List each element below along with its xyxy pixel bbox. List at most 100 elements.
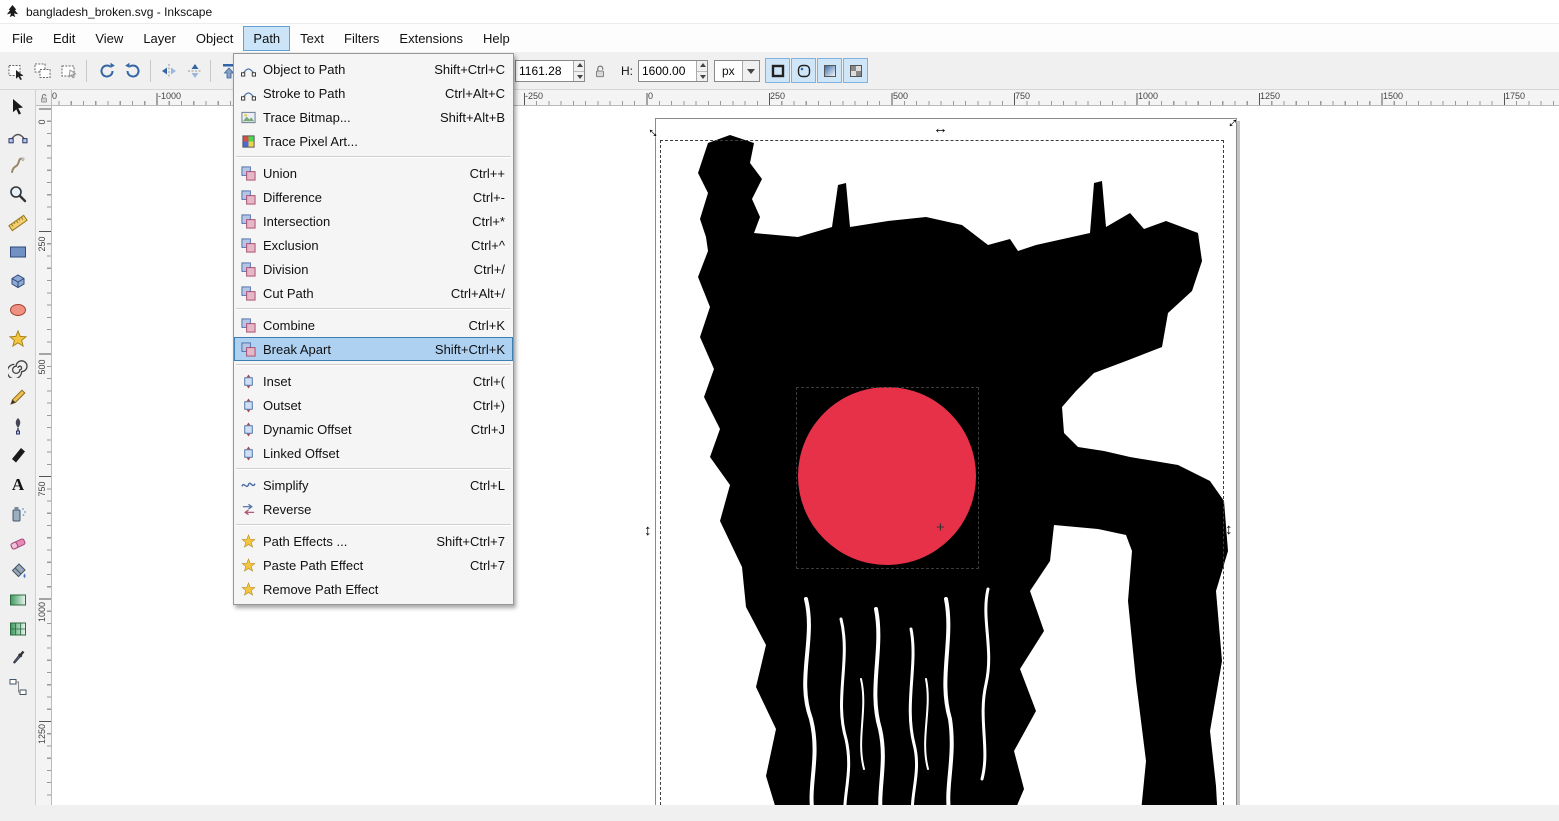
menu-item-remove-path-effect[interactable]: Remove Path Effect (234, 577, 513, 601)
rotate-handle-top-right-icon[interactable]: ↔ (1220, 110, 1243, 133)
tool-rectangle[interactable] (3, 238, 33, 266)
menu-item-intersection[interactable]: Intersection Ctrl+* (234, 209, 513, 233)
bezier-pen-icon (15, 418, 20, 435)
deselect-button[interactable] (56, 58, 82, 84)
menu-item-trace-pixel-art[interactable]: Trace Pixel Art... (234, 129, 513, 153)
menu-item-paste-path-effect[interactable]: Paste Path Effect Ctrl+7 (234, 553, 513, 577)
rotate-handle-top-left-icon[interactable]: ↔ (643, 120, 666, 143)
menu-item-break-apart[interactable]: Break Apart Shift+Ctrl+K (234, 337, 513, 361)
menu-item-exclusion[interactable]: Exclusion Ctrl+^ (234, 233, 513, 257)
tool-gradient[interactable] (3, 586, 33, 614)
ruler-corner[interactable] (36, 90, 52, 106)
skew-handle-right-icon[interactable]: ↕ (1225, 521, 1233, 538)
transform-gradients-toggle[interactable] (817, 58, 842, 83)
menu-item-path-effects[interactable]: Path Effects ... Shift+Ctrl+7 (234, 529, 513, 553)
menu-item-shortcut: Ctrl+7 (469, 557, 505, 573)
height-field (638, 60, 708, 82)
menu-item-stroke-to-path[interactable]: Stroke to Path Ctrl+Alt+C (234, 81, 513, 105)
menu-item-union[interactable]: Union Ctrl++ (234, 161, 513, 185)
tool-box-3d[interactable] (3, 267, 33, 295)
menu-item-combine[interactable]: Combine Ctrl+K (234, 313, 513, 337)
menu-item-label: Difference (263, 189, 323, 205)
menu-file[interactable]: File (2, 26, 43, 51)
menu-view[interactable]: View (85, 26, 133, 51)
select-all-button[interactable] (4, 58, 30, 84)
menu-item-shortcut: Ctrl+J (470, 421, 505, 437)
menu-item-shortcut: Ctrl+^ (471, 237, 505, 253)
menu-item-inset[interactable]: Inset Ctrl+( (234, 369, 513, 393)
rotate-90-cw-button[interactable] (120, 58, 146, 84)
transform-patterns-toggle[interactable] (843, 58, 868, 83)
menu-edit[interactable]: Edit (43, 26, 85, 51)
document-page[interactable] (655, 118, 1237, 805)
menu-item-difference[interactable]: Difference Ctrl+- (234, 185, 513, 209)
menu-item-reverse[interactable]: Reverse (234, 497, 513, 521)
menu-item-simplify[interactable]: Simplify Ctrl+L (234, 473, 513, 497)
tool-selector[interactable] (3, 93, 33, 121)
menu-filters[interactable]: Filters (334, 26, 389, 51)
menu-item-dynamic-offset[interactable]: Dynamic Offset Ctrl+J (234, 417, 513, 441)
skew-handle-top-icon[interactable]: ↔ (933, 120, 948, 137)
tool-palette: A (0, 90, 36, 805)
rotate-cw-icon (125, 62, 140, 78)
flip-horizontal-button[interactable] (156, 58, 182, 84)
ellipse-icon (9, 304, 26, 316)
menu-text[interactable]: Text (290, 26, 334, 51)
flip-vertical-button[interactable] (182, 58, 208, 84)
height-input[interactable] (639, 61, 697, 81)
ruler-label: 750 (37, 481, 47, 497)
menu-item-cut-path[interactable]: Cut Path Ctrl+Alt+/ (234, 281, 513, 305)
skew-handle-left-icon[interactable]: ↕ (644, 522, 652, 539)
tool-ellipse[interactable] (3, 296, 33, 324)
menu-object[interactable]: Object (186, 26, 244, 51)
menu-item-shortcut: Ctrl++ (469, 165, 505, 181)
menu-item-shortcut: Shift+Ctrl+K (434, 341, 505, 357)
circle-selection-bbox (796, 387, 979, 569)
scale-rounded-corners-toggle[interactable] (791, 58, 816, 83)
tool-spiral[interactable] (3, 354, 33, 382)
tool-connector[interactable] (3, 673, 33, 701)
tool-text[interactable]: A (3, 470, 33, 498)
tool-dropper[interactable] (3, 644, 33, 672)
width-input[interactable] (516, 61, 574, 81)
ruler-label: 500 (893, 91, 909, 101)
width-spinner[interactable] (573, 61, 584, 81)
inkscape-logo-icon (6, 4, 19, 18)
menu-layer[interactable]: Layer (133, 26, 186, 51)
menu-extensions[interactable]: Extensions (389, 26, 473, 51)
tool-mesh-gradient[interactable] (3, 615, 33, 643)
menu-bar: File Edit View Layer Object Path Text Fi… (0, 24, 1559, 52)
tool-node-editor[interactable] (3, 122, 33, 150)
menu-item-label: Trace Bitmap... (263, 109, 351, 125)
ruler-label: -1000 (158, 91, 182, 101)
tool-measure[interactable] (3, 209, 33, 237)
menu-help[interactable]: Help (473, 26, 520, 51)
tool-eraser[interactable] (3, 528, 33, 556)
menu-item-shortcut: Ctrl+Alt+/ (450, 285, 505, 301)
tool-star[interactable] (3, 325, 33, 353)
vertical-ruler[interactable]: 0 250 500 750 1000 1250 1500 (36, 106, 52, 805)
lock-width-height-button[interactable] (590, 58, 610, 84)
tool-zoom[interactable] (3, 180, 33, 208)
select-all-in-all-layers-button[interactable] (30, 58, 56, 84)
tool-spray[interactable] (3, 499, 33, 527)
menu-item-trace-bitmap[interactable]: Trace Bitmap... Shift+Alt+B (234, 105, 513, 129)
rotate-90-ccw-button[interactable] (94, 58, 120, 84)
tool-pencil[interactable] (3, 383, 33, 411)
menu-item-outset[interactable]: Outset Ctrl+) (234, 393, 513, 417)
tool-paint-bucket[interactable] (3, 557, 33, 585)
svg-text:A: A (11, 475, 24, 494)
menu-item-linked-offset[interactable]: Linked Offset (234, 441, 513, 465)
menu-separator (236, 524, 511, 526)
unit-dropdown-arrow-icon[interactable] (741, 61, 759, 81)
scale-stroke-width-toggle[interactable] (765, 58, 790, 83)
tool-tweak[interactable] (3, 151, 33, 179)
menu-path[interactable]: Path (243, 25, 291, 51)
tool-calligraphy[interactable] (3, 441, 33, 469)
height-spinner[interactable] (696, 61, 707, 81)
unit-select[interactable]: px (714, 60, 760, 82)
menu-item-division[interactable]: Division Ctrl+/ (234, 257, 513, 281)
stroke-to-path-icon (237, 84, 259, 102)
menu-item-object-to-path[interactable]: Object to Path Shift+Ctrl+C (234, 57, 513, 81)
tool-bezier-pen[interactable] (3, 412, 33, 440)
